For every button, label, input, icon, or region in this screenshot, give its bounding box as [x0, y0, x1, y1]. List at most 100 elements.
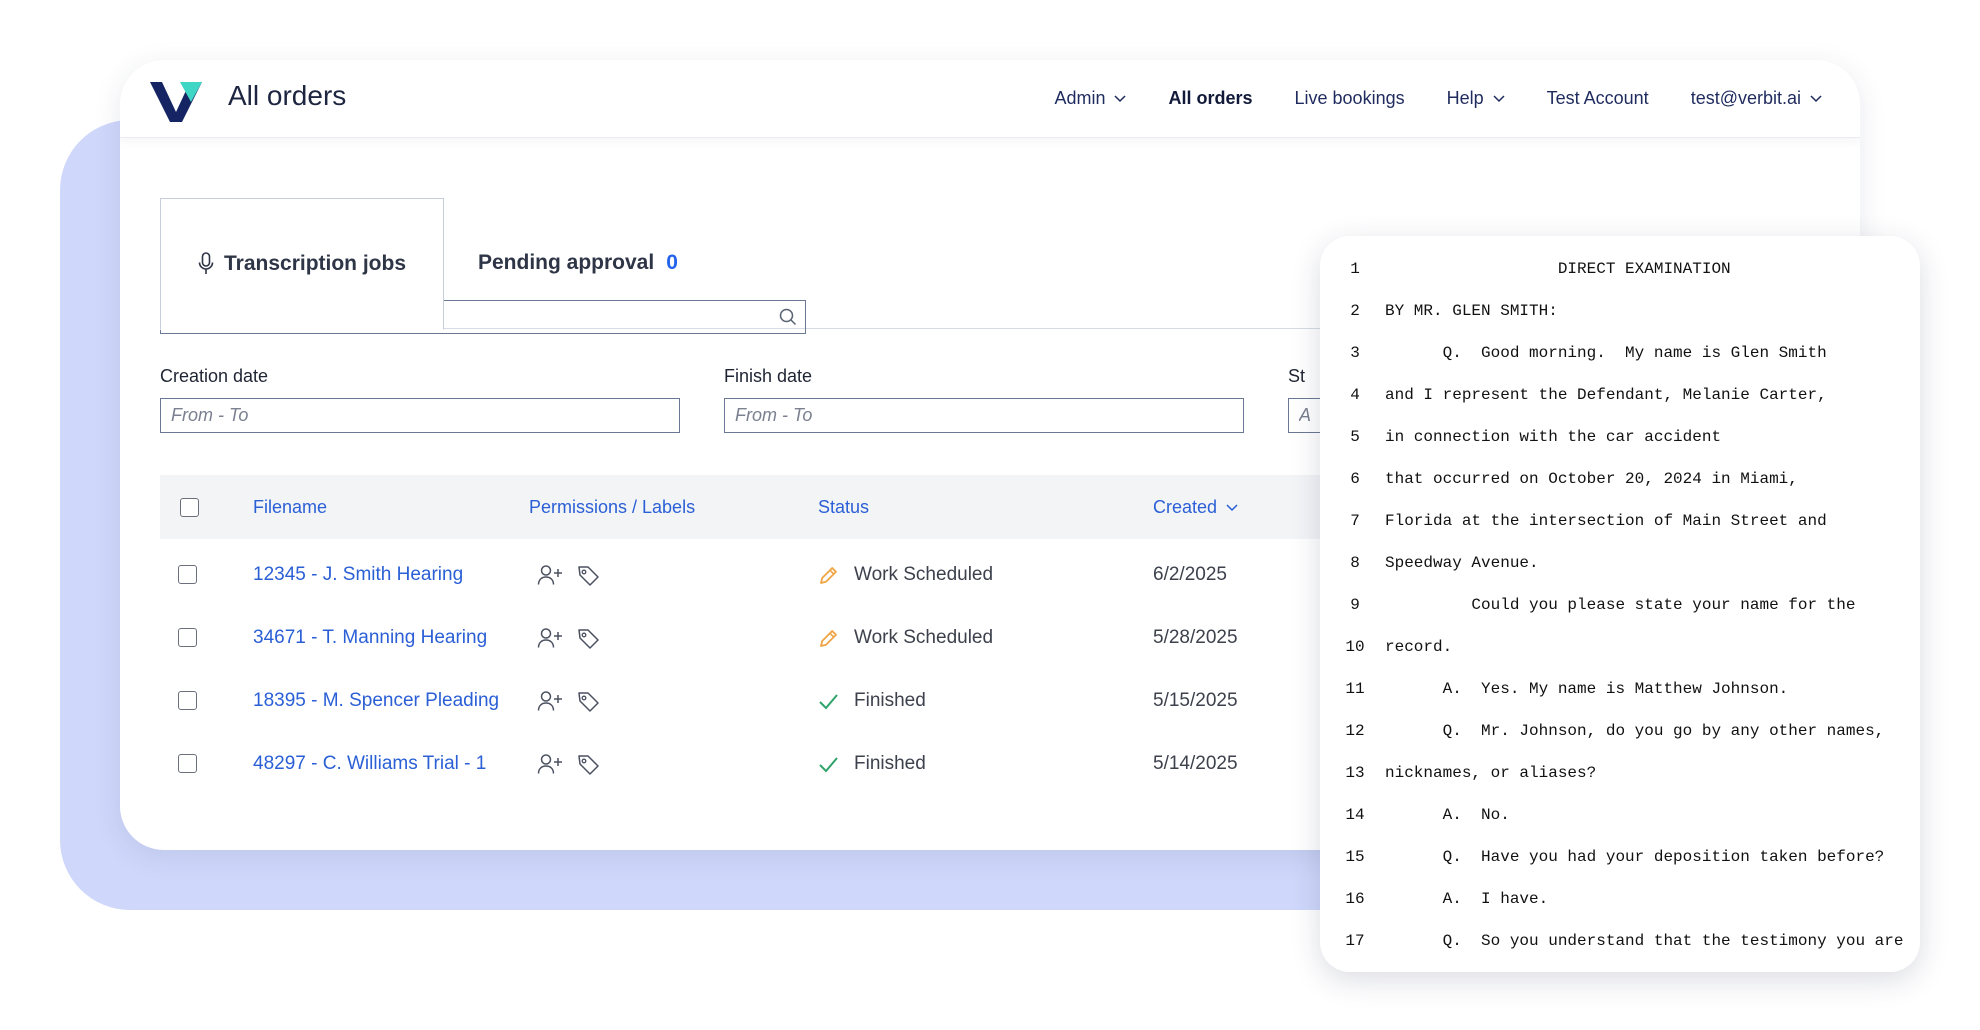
row-checkbox[interactable] [178, 628, 197, 647]
row-checkbox[interactable] [178, 565, 197, 584]
created-date: 5/14/2025 [1153, 753, 1238, 774]
search-icon[interactable] [779, 308, 797, 326]
transcript-line: 17 Q. So you understand that the testimo… [1320, 932, 1920, 962]
filename-link[interactable]: 34671 - T. Manning Hearing [253, 627, 487, 649]
tab-transcription-jobs[interactable]: Transcription jobs [160, 198, 444, 330]
row-checkbox[interactable] [178, 691, 197, 710]
line-number: 4 [1350, 386, 1360, 404]
filename-link[interactable]: 12345 - J. Smith Hearing [253, 564, 463, 586]
nav-help[interactable]: Help [1447, 88, 1505, 109]
tag-icon[interactable] [576, 627, 602, 649]
line-text: BY MR. GLEN SMITH: [1385, 302, 1558, 320]
finish-date-field [724, 398, 1244, 433]
nav-admin[interactable]: Admin [1054, 88, 1127, 109]
tab-pending-label: Pending approval [478, 251, 655, 274]
table-row: 12345 - J. Smith Hearing Work Scheduled … [160, 542, 1490, 604]
line-number: 7 [1350, 512, 1360, 530]
nav-user-email: test@verbit.ai [1690, 88, 1801, 108]
transcript-line: 11 A. Yes. My name is Matthew Johnson. [1320, 680, 1920, 710]
filename-link[interactable]: 48297 - C. Williams Trial - 1 [253, 753, 486, 775]
sort-chevron-down-icon [1226, 503, 1238, 511]
table-header: Filename Permissions / Labels Status Cre… [160, 475, 1490, 539]
transcript-line: 15 Q. Have you had your deposition taken… [1320, 848, 1920, 878]
verbit-logo [150, 82, 202, 122]
line-text: Q. Have you had your deposition taken be… [1385, 848, 1885, 866]
add-user-icon[interactable] [537, 627, 563, 649]
created-date: 5/15/2025 [1153, 690, 1238, 711]
line-number: 6 [1350, 470, 1360, 488]
transcript-line: 5 in connection with the car accident [1320, 428, 1920, 458]
line-number: 15 [1345, 848, 1365, 866]
line-number: 3 [1350, 344, 1360, 362]
transcript-line: 9 Could you please state your name for t… [1320, 596, 1920, 626]
transcript-line: 4 and I represent the Defendant, Melanie … [1320, 386, 1920, 416]
transcript-line: 3 Q. Good morning. My name is Glen Smith [1320, 344, 1920, 374]
row-checkbox[interactable] [178, 754, 197, 773]
line-text: Q. Mr. Johnson, do you go by any other n… [1385, 722, 1885, 740]
table-row: 48297 - C. Williams Trial - 1 Finished 5… [160, 731, 1490, 793]
transcript-line: 7 Florida at the intersection of Main Str… [1320, 512, 1920, 542]
line-text: record. [1385, 638, 1453, 656]
microphone-icon [198, 252, 214, 274]
nav-test-account[interactable]: Test Account [1547, 88, 1649, 109]
transcript-line: 16 A. I have. [1320, 890, 1920, 920]
nav-all-orders[interactable]: All orders [1168, 88, 1252, 109]
transcript-line: 10 record. [1320, 638, 1920, 668]
transcript-line: 12 Q. Mr. Johnson, do you go by any othe… [1320, 722, 1920, 752]
line-text: Could you please state your name for the [1385, 596, 1856, 614]
line-text: Florida at the intersection of Main Stre… [1385, 512, 1827, 530]
tag-icon[interactable] [576, 564, 602, 586]
line-number: 8 [1350, 554, 1360, 572]
add-user-icon[interactable] [537, 753, 563, 775]
status-text: Finished [854, 753, 926, 774]
column-status[interactable]: Status [818, 497, 869, 518]
nav-help-label: Help [1446, 88, 1484, 108]
nav-live-bookings[interactable]: Live bookings [1295, 88, 1405, 109]
line-text: nicknames, or aliases? [1385, 764, 1597, 782]
column-filename[interactable]: Filename [253, 497, 327, 518]
column-created[interactable]: Created [1153, 497, 1238, 518]
add-user-icon[interactable] [537, 564, 563, 586]
chevron-down-icon [1114, 94, 1127, 102]
transcript-panel: 1 DIRECT EXAMINATION 2 BY MR. GLEN SMITH:… [1320, 236, 1920, 972]
status-text: Work Scheduled [854, 627, 994, 648]
created-date: 5/28/2025 [1153, 627, 1238, 648]
line-number: 12 [1345, 722, 1365, 740]
creation-date-field [160, 398, 680, 433]
line-text: Q. So you understand that the testimony … [1385, 932, 1904, 950]
line-text: DIRECT EXAMINATION [1385, 260, 1731, 278]
line-number: 1 [1350, 260, 1360, 278]
tag-icon[interactable] [576, 690, 602, 712]
line-number: 2 [1350, 302, 1360, 320]
add-user-icon[interactable] [537, 690, 563, 712]
line-number: 5 [1350, 428, 1360, 446]
tab-transcription-label: Transcription jobs [223, 252, 407, 275]
chevron-down-icon [1493, 94, 1505, 102]
chevron-down-icon [1810, 94, 1822, 102]
line-number: 17 [1345, 932, 1365, 950]
select-all-checkbox[interactable] [180, 498, 199, 517]
filename-link[interactable]: 18395 - M. Spencer Pleading [253, 690, 499, 712]
line-number: 10 [1345, 638, 1365, 656]
transcript-line: 8 Speedway Avenue. [1320, 554, 1920, 584]
line-number: 11 [1345, 680, 1365, 698]
line-text: Speedway Avenue. [1385, 554, 1539, 572]
check-icon [819, 757, 838, 773]
finish-date-input[interactable] [725, 399, 1243, 432]
pending-count-badge: 0 [666, 251, 678, 274]
column-created-label: Created [1153, 497, 1218, 517]
status-text: Work Scheduled [854, 564, 994, 585]
column-permissions-labels[interactable]: Permissions / Labels [529, 497, 695, 518]
line-text: Q. Good morning. My name is Glen Smith [1385, 344, 1827, 362]
line-text: A. No. [1385, 806, 1510, 824]
finish-date-label: Finish date [724, 366, 813, 386]
line-number: 9 [1350, 596, 1360, 614]
nav-live-bookings-label: Live bookings [1294, 88, 1405, 108]
created-date: 6/2/2025 [1153, 564, 1227, 585]
nav-user-menu[interactable]: test@verbit.ai [1691, 88, 1822, 109]
tag-icon[interactable] [576, 753, 602, 775]
creation-date-input[interactable] [161, 399, 679, 432]
main-nav: Admin All orders Live bookings Help Test… [1012, 88, 1822, 109]
nav-test-account-label: Test Account [1546, 88, 1649, 108]
table-row: 34671 - T. Manning Hearing Work Schedule… [160, 605, 1490, 667]
